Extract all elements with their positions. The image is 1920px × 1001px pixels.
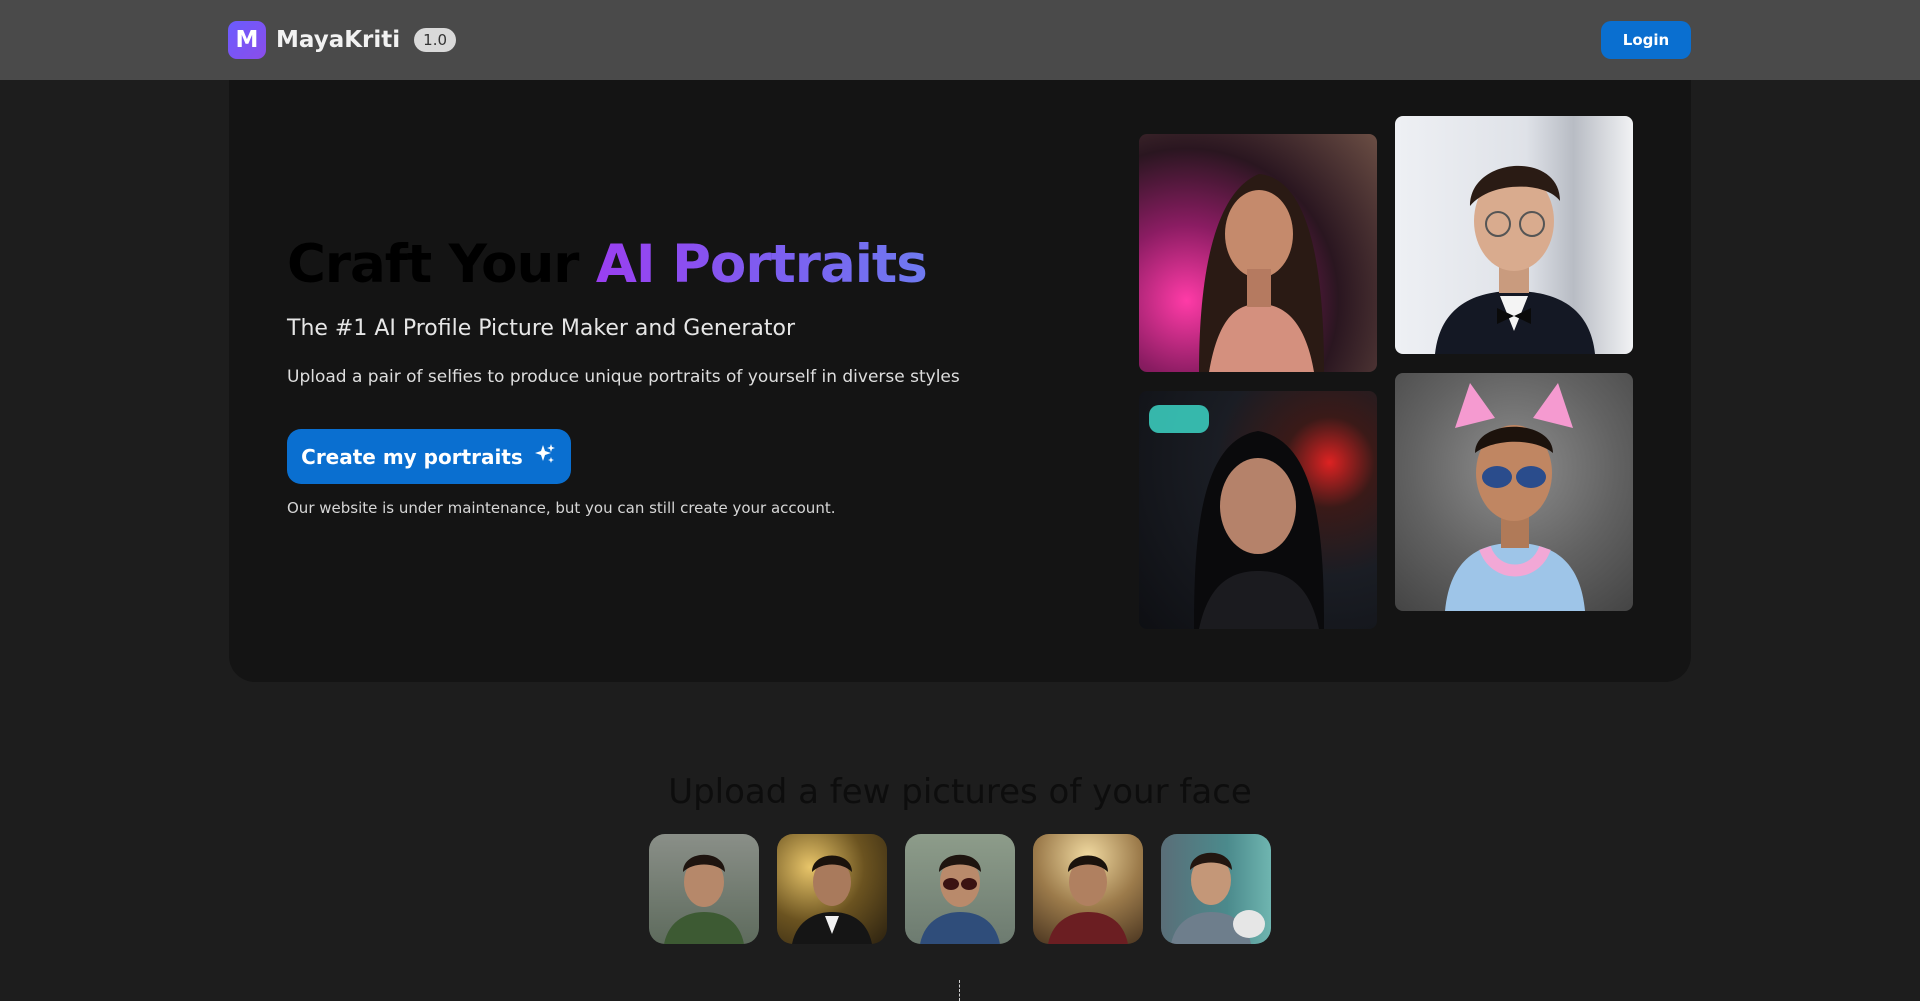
portrait-image-2 <box>1395 116 1633 354</box>
sample-face-thumbnail <box>649 834 759 944</box>
hero-subtitle: The #1 AI Profile Picture Maker and Gene… <box>287 316 796 341</box>
logo-icon: M <box>228 21 266 59</box>
brand-name: MayaKriti <box>276 27 401 53</box>
create-portraits-button[interactable]: Create my portraits <box>287 429 571 484</box>
brand[interactable]: M MayaKriti 1.0 <box>228 21 457 59</box>
portrait-image-3 <box>1139 391 1377 629</box>
sparkles-icon <box>533 442 557 471</box>
hero-title-accent: AI Portraits <box>595 234 928 295</box>
hero-description: Upload a pair of selfies to produce uniq… <box>287 367 960 387</box>
sample-face-thumbnail <box>1161 834 1271 944</box>
hero-section: Craft Your AI Portraits The #1 AI Profil… <box>229 80 1691 682</box>
version-badge: 1.0 <box>414 28 457 52</box>
portrait-image-1 <box>1139 134 1377 372</box>
sample-face-thumbnail <box>905 834 1015 944</box>
upload-section-title: Upload a few pictures of your face <box>668 772 1252 812</box>
maintenance-notice: Our website is under maintenance, but yo… <box>287 499 836 517</box>
top-nav-bar: M MayaKriti 1.0 Login <box>0 0 1920 80</box>
create-portraits-label: Create my portraits <box>301 444 523 469</box>
hero-title: Craft Your AI Portraits <box>287 234 928 295</box>
login-button[interactable]: Login <box>1601 21 1691 59</box>
sample-face-thumbnail <box>1033 834 1143 944</box>
connector-line <box>959 980 960 1001</box>
hero-title-prefix: Craft Your <box>287 234 579 295</box>
sample-face-thumbnail <box>777 834 887 944</box>
portrait-image-4 <box>1395 373 1633 611</box>
